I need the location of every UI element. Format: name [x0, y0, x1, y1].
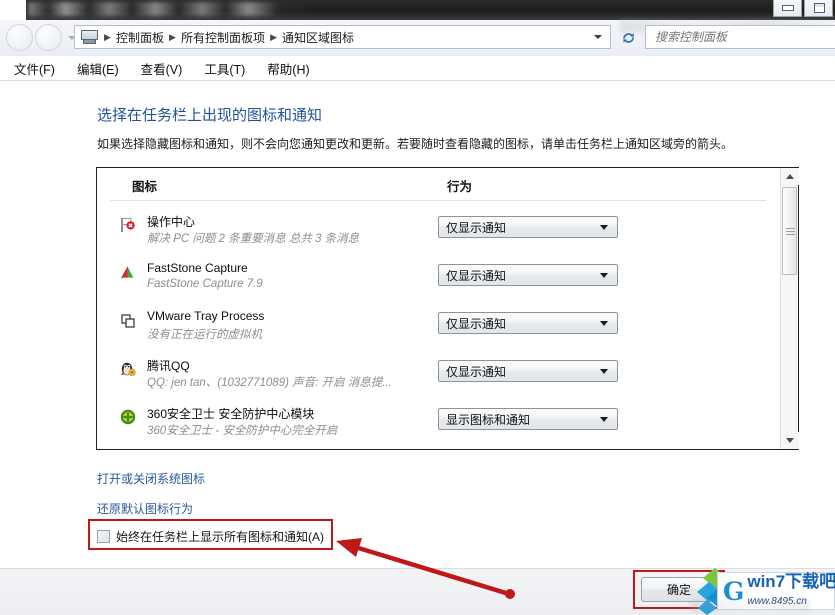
breadcrumb-item-control-panel[interactable]: 控制面板	[114, 29, 166, 46]
list-column-headers: 图标 行为	[110, 168, 766, 201]
triangle-down-icon	[786, 438, 794, 443]
table-row: 腾讯QQ QQ: jen tan、(1032771089) 声音: 开启 消息提…	[97, 350, 779, 397]
behavior-dropdown-value: 显示图标和通知	[446, 412, 531, 427]
behavior-dropdown-action-center[interactable]: 仅显示通知	[438, 216, 618, 238]
behavior-dropdown-qq[interactable]: 仅显示通知	[438, 360, 618, 382]
menu-item-view[interactable]: 查看(V)	[141, 59, 183, 78]
nav-buttons	[6, 24, 79, 51]
breadcrumb-item-all-items[interactable]: 所有控制面板项	[179, 29, 267, 46]
table-row: 360安全卫士 安全防护中心模块 360安全卫士 - 安全防护中心完全开启 显示…	[97, 398, 779, 445]
forward-button[interactable]	[35, 24, 62, 51]
behavior-dropdown-value: 仅显示通知	[446, 220, 507, 235]
maximize-button[interactable]	[804, 0, 833, 17]
list-item-name: FastStone Capture	[147, 261, 248, 275]
control-panel-window: ▶ 控制面板 ▶ 所有控制面板项 ▶ 通知区域图标 文件(F) 编辑(E) 查看…	[0, 0, 835, 615]
table-row: VMware Tray Process 没有正在运行的虚拟机 仅显示通知	[97, 302, 779, 349]
navigation-bar: ▶ 控制面板 ▶ 所有控制面板项 ▶ 通知区域图标	[0, 20, 835, 56]
menu-item-tools[interactable]: 工具(T)	[204, 59, 245, 78]
table-row: 操作中心 解决 PC 问题 2 条重要消息 总共 3 条消息 仅显示通知	[97, 206, 779, 253]
behavior-dropdown-value: 仅显示通知	[446, 268, 507, 283]
breadcrumb-item-notification-area-icons[interactable]: 通知区域图标	[280, 29, 356, 46]
notification-icons-list-panel: 图标 行为 操作中心 解决 PC 问题 2 条重要消息 总共 3 条消息 仅显示…	[96, 167, 799, 450]
maximize-icon	[814, 3, 825, 13]
vmware-tray-icon	[119, 312, 137, 330]
chevron-down-icon	[600, 320, 608, 326]
tencent-qq-penguin-icon	[119, 360, 137, 378]
triangle-up-icon	[786, 174, 794, 179]
list-vertical-scrollbar[interactable]	[780, 168, 799, 449]
refresh-button[interactable]	[616, 25, 640, 49]
title-bar-left-gap	[0, 0, 26, 20]
scrollbar-grip-icon	[786, 228, 795, 235]
address-bar[interactable]: ▶ 控制面板 ▶ 所有控制面板项 ▶ 通知区域图标	[74, 25, 611, 49]
window-title-blurred-text	[28, 2, 318, 16]
column-header-behavior: 行为	[447, 180, 473, 194]
annotation-highlight-checkbox	[88, 519, 333, 550]
menu-bar: 文件(F) 编辑(E) 查看(V) 工具(T) 帮助(H)	[0, 56, 835, 81]
behavior-dropdown-value: 仅显示通知	[446, 316, 507, 331]
menu-item-help[interactable]: 帮助(H)	[267, 59, 309, 78]
search-box[interactable]	[645, 25, 835, 49]
behavior-dropdown-360[interactable]: 显示图标和通知	[438, 408, 618, 430]
list-item-name: 腾讯QQ	[147, 359, 190, 373]
list-item-subtitle: 解决 PC 问题 2 条重要消息 总共 3 条消息	[147, 233, 360, 245]
footer-blurred-region	[690, 600, 810, 612]
list-item-name: VMware Tray Process	[147, 309, 265, 323]
scrollbar-thumb[interactable]	[782, 187, 797, 275]
chevron-down-icon	[600, 416, 608, 422]
scroll-down-button[interactable]	[781, 432, 799, 449]
list-item-name: 360安全卫士 安全防护中心模块	[147, 407, 315, 421]
minimize-icon	[782, 5, 794, 11]
computer-icon	[81, 30, 98, 44]
content-area: 选择在任务栏上出现的图标和通知 如果选择隐藏图标和通知，则不会向您通知更改和更新…	[0, 81, 835, 568]
chevron-down-icon	[600, 224, 608, 230]
list-item-subtitle: QQ: jen tan、(1032771089) 声音: 开启 消息提...	[147, 377, 392, 389]
column-header-icon: 图标	[132, 180, 158, 194]
list-viewport: 图标 行为 操作中心 解决 PC 问题 2 条重要消息 总共 3 条消息 仅显示…	[97, 168, 779, 449]
menu-item-edit[interactable]: 编辑(E)	[77, 59, 119, 78]
action-center-flag-icon	[119, 216, 137, 234]
table-row: FastStone Capture FastStone Capture 7.9 …	[97, 254, 779, 301]
page-title: 选择在任务栏上出现的图标和通知	[97, 107, 323, 124]
list-item-subtitle: 360安全卫士 - 安全防护中心完全开启	[147, 425, 338, 437]
breadcrumb-separator-icon: ▶	[104, 31, 111, 42]
breadcrumb-separator-icon: ▶	[169, 31, 176, 42]
menu-item-file[interactable]: 文件(F)	[14, 59, 55, 78]
minimize-button[interactable]	[773, 0, 802, 17]
address-bar-chevron-down-icon[interactable]	[590, 26, 606, 48]
list-item-subtitle: FastStone Capture 7.9	[147, 278, 263, 290]
watermark-title: win7下载吧	[747, 572, 835, 592]
behavior-dropdown-vmware[interactable]: 仅显示通知	[438, 312, 618, 334]
link-restore-default-icon-behaviors[interactable]: 还原默认图标行为	[97, 500, 193, 517]
360-safeguard-icon	[119, 408, 137, 426]
page-description: 如果选择隐藏图标和通知，则不会向您通知更改和更新。若要随时查看隐藏的图标，请单击…	[97, 137, 734, 151]
list-item-subtitle: 没有正在运行的虚拟机	[147, 329, 262, 341]
scroll-up-button[interactable]	[781, 168, 799, 185]
refresh-icon	[622, 32, 634, 43]
chevron-down-icon	[600, 272, 608, 278]
behavior-dropdown-value: 仅显示通知	[446, 364, 507, 379]
window-title-bar	[0, 0, 835, 20]
list-item-name: 操作中心	[147, 215, 196, 229]
breadcrumb-separator-icon: ▶	[270, 31, 277, 42]
link-turn-system-icons-on-off[interactable]: 打开或关闭系统图标	[97, 470, 205, 487]
faststone-capture-icon	[119, 264, 137, 282]
back-button[interactable]	[6, 24, 33, 51]
behavior-dropdown-faststone[interactable]: 仅显示通知	[438, 264, 618, 286]
chevron-down-icon	[600, 368, 608, 374]
search-input[interactable]	[653, 29, 835, 45]
window-controls	[773, 0, 833, 17]
